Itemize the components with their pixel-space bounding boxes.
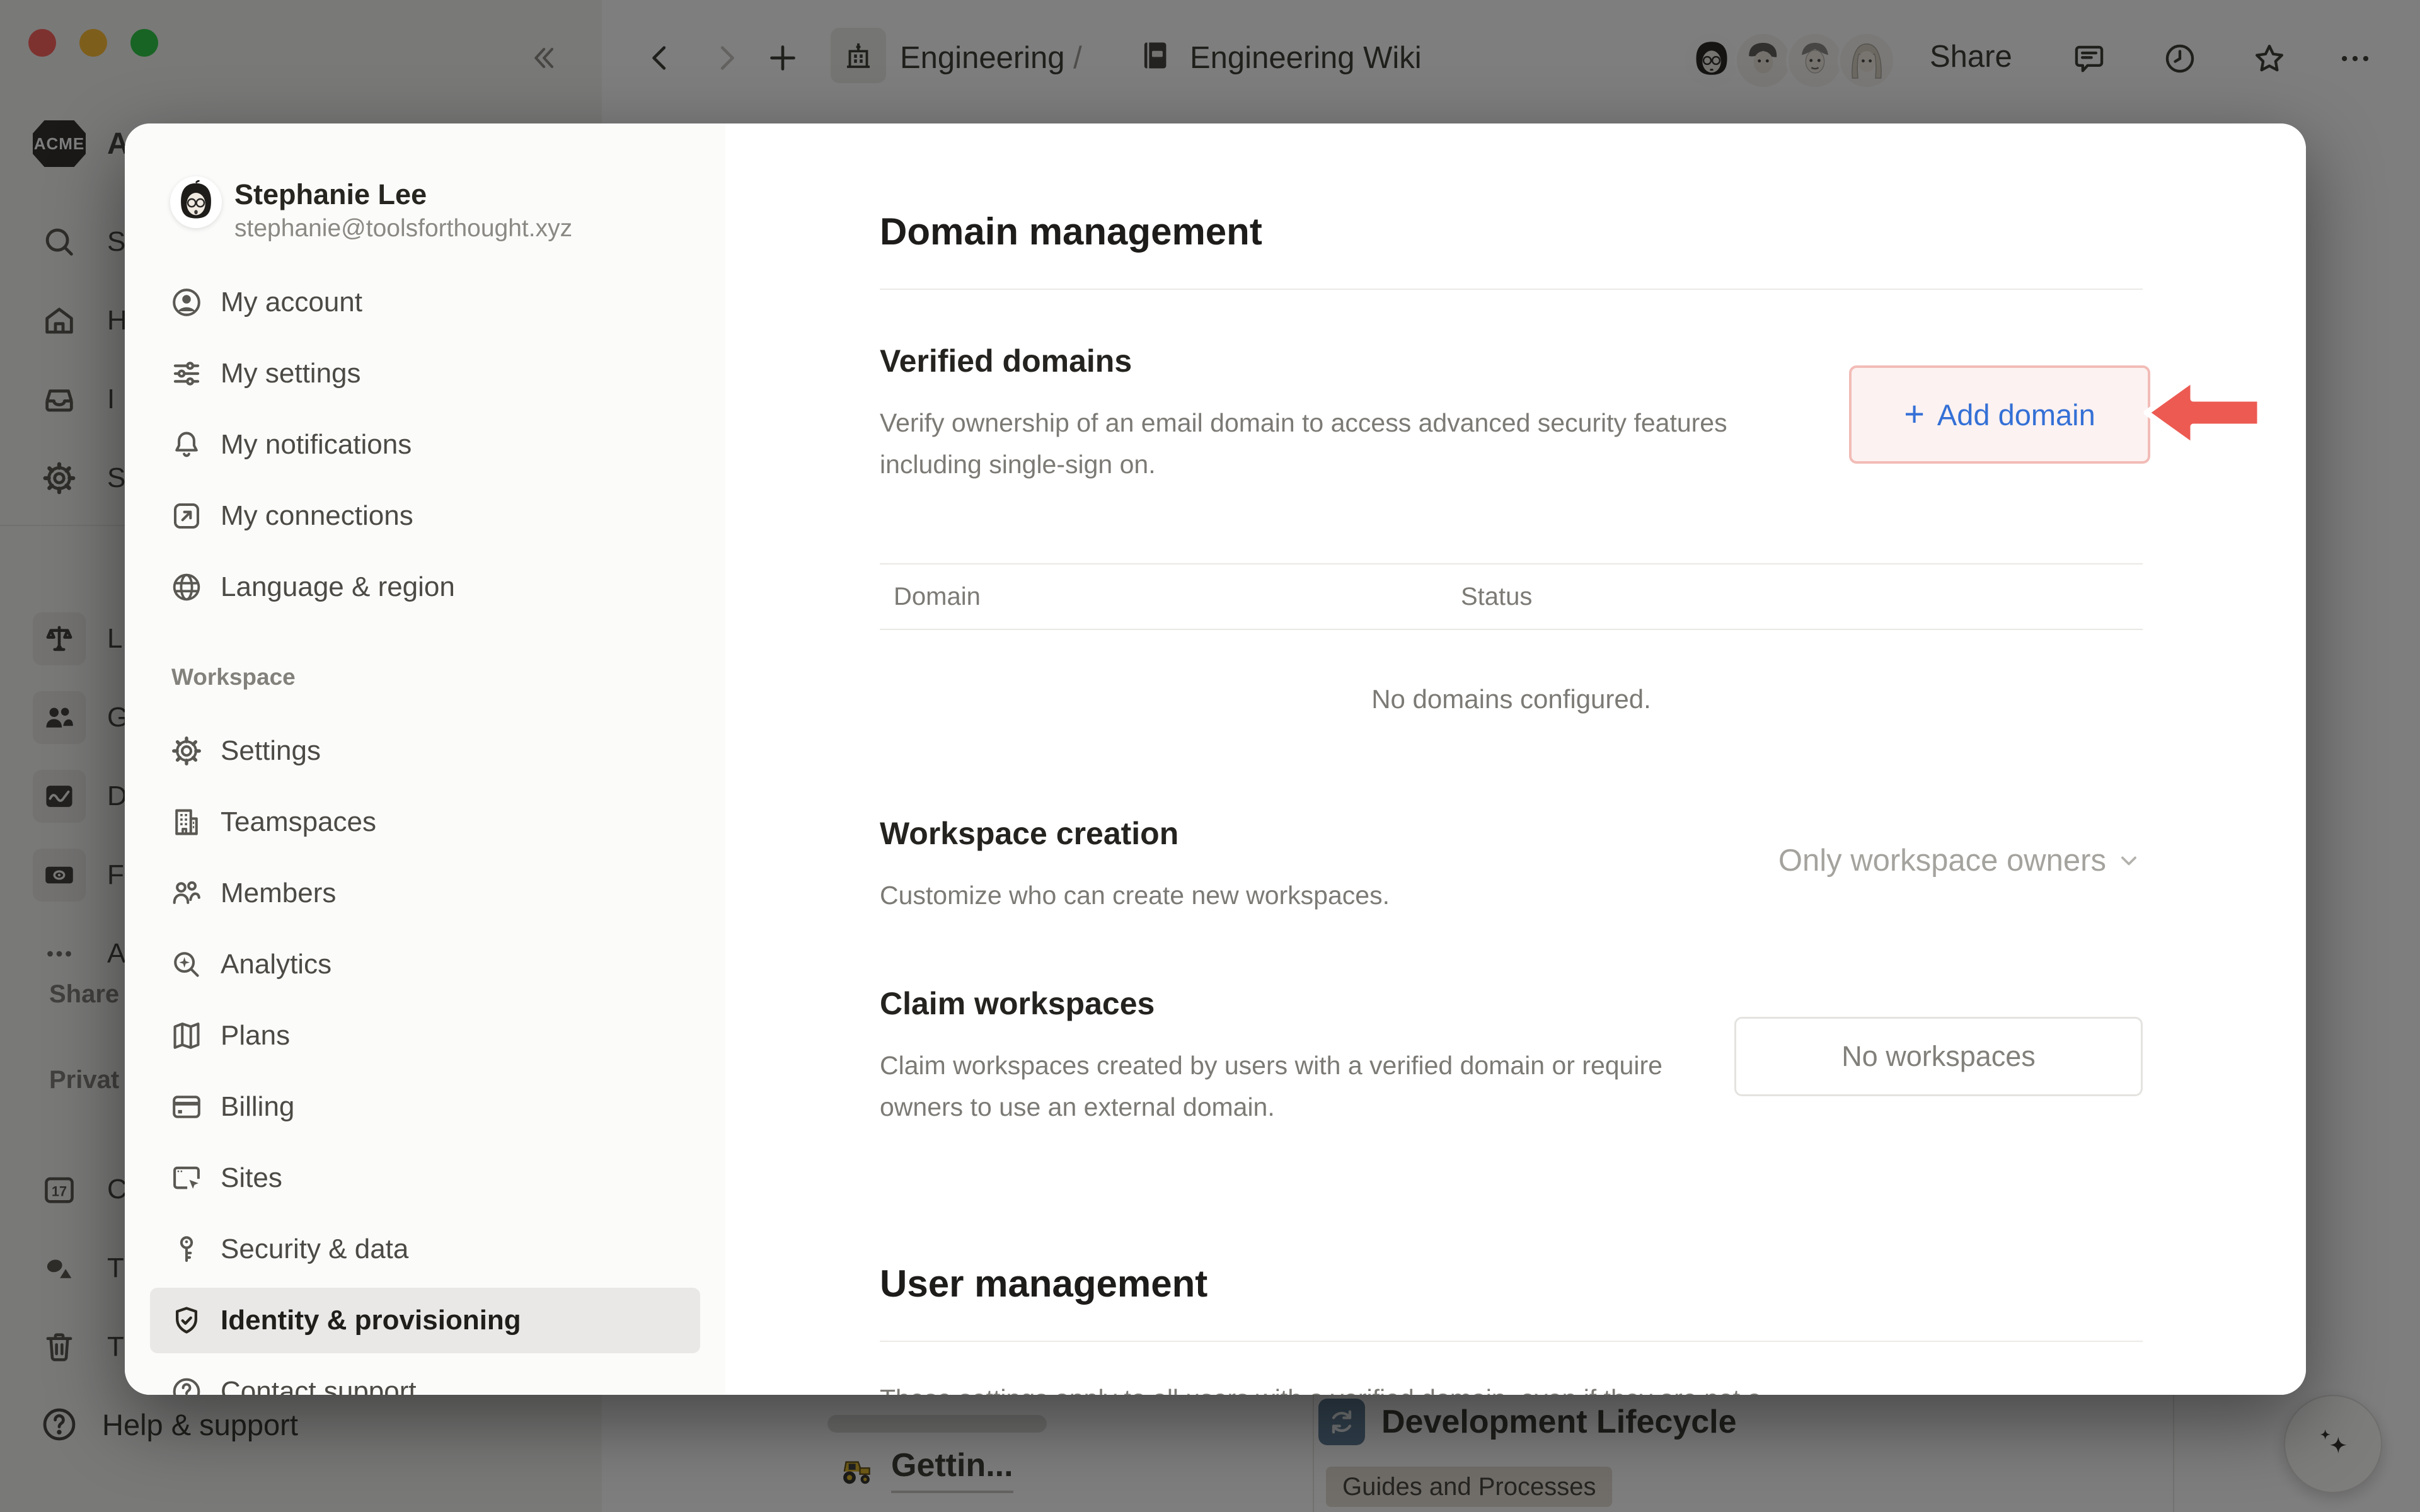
nav-label: Sites <box>221 1162 282 1194</box>
account-header: Stephanie Lee stephanie@toolsforthought.… <box>170 176 700 244</box>
settings-content-panel: Domain management Verified domains Verif… <box>725 123 2306 1395</box>
plus-icon: + <box>1904 393 1925 434</box>
nav-item-members[interactable]: Members <box>150 861 700 926</box>
domains-table-header: Domain Status <box>880 563 2143 630</box>
page-title: Domain management <box>880 123 2143 255</box>
nav-label: Identity & provisioning <box>221 1305 521 1336</box>
column-status: Status <box>1461 583 1532 611</box>
globe-icon <box>169 570 204 605</box>
nav-item-sites[interactable]: Sites <box>150 1145 700 1211</box>
nav-item-security-data[interactable]: Security & data <box>150 1217 700 1282</box>
question-circle-icon <box>169 1374 204 1395</box>
workspace-creation-section: Workspace creation Customize who can cre… <box>880 814 2143 916</box>
add-domain-button[interactable]: + Add domain <box>1849 365 2150 464</box>
magnifier-sparkle-icon <box>169 947 204 982</box>
nav-item-my-settings[interactable]: My settings <box>150 341 700 406</box>
nav-item-my-connections[interactable]: My connections <box>150 483 700 549</box>
verified-domains-section: Verified domains Verify ownership of an … <box>880 341 2143 485</box>
domains-table: Domain Status No domains configured. <box>880 563 2143 740</box>
person-circle-icon <box>169 285 204 320</box>
empty-state: No domains configured. <box>880 630 2143 740</box>
arrow-up-right-square-icon <box>169 498 204 534</box>
nav-label: Security & data <box>221 1234 408 1265</box>
sliders-icon <box>169 356 204 391</box>
claim-workspaces-description: Claim workspaces created by users with a… <box>880 1045 1674 1128</box>
nav-label: Members <box>221 878 336 909</box>
divider <box>880 1341 2143 1342</box>
nav-label: My notifications <box>221 429 412 461</box>
nav-item-my-notifications[interactable]: My notifications <box>150 412 700 478</box>
nav-item-contact-support[interactable]: Contact support <box>150 1359 700 1395</box>
divider <box>880 289 2143 290</box>
nav-item-identity-provisioning[interactable]: Identity & provisioning <box>150 1288 700 1353</box>
workspace-section-label: Workspace <box>171 664 725 690</box>
shield-check-icon <box>169 1303 204 1338</box>
settings-nav-panel: Stephanie Lee stephanie@toolsforthought.… <box>125 123 725 1395</box>
user-avatar <box>170 176 222 228</box>
settings-modal: Stephanie Lee stephanie@toolsforthought.… <box>125 123 2306 1395</box>
bell-icon <box>169 427 204 462</box>
nav-item-analytics[interactable]: Analytics <box>150 932 700 997</box>
credit-card-icon <box>169 1089 204 1125</box>
nav-label: Plans <box>221 1020 290 1051</box>
user-management-title: User management <box>880 1128 2143 1307</box>
nav-label: Settings <box>221 735 321 767</box>
nav-label: Analytics <box>221 949 331 980</box>
claim-workspaces-section: Claim workspaces Claim workspaces create… <box>880 984 2143 1128</box>
annotation-arrow <box>2140 373 2266 452</box>
user-email: stephanie@toolsforthought.xyz <box>234 213 572 244</box>
user-management-partial-text: These settings apply to all users with a… <box>880 1382 2143 1395</box>
nav-label: Language & region <box>221 571 455 603</box>
nav-label: My connections <box>221 500 413 532</box>
nav-label: My account <box>221 287 362 318</box>
verified-domains-description: Verify ownership of an email domain to a… <box>880 402 1825 485</box>
add-domain-label: Add domain <box>1937 398 2095 432</box>
nav-item-language-region[interactable]: Language & region <box>150 554 700 620</box>
nav-item-plans[interactable]: Plans <box>150 1003 700 1068</box>
nav-label: My settings <box>221 358 361 389</box>
workspace-creation-description: Customize who can create new workspaces. <box>880 874 2143 916</box>
nav-item-settings[interactable]: Settings <box>150 718 700 784</box>
key-icon <box>169 1232 204 1267</box>
dropdown-value: Only workspace owners <box>1778 843 2106 878</box>
nav-item-my-account[interactable]: My account <box>150 270 700 335</box>
user-name: Stephanie Lee <box>234 176 572 213</box>
nav-item-billing[interactable]: Billing <box>150 1074 700 1140</box>
two-people-icon <box>169 876 204 911</box>
building-icon <box>169 805 204 840</box>
nav-label: Billing <box>221 1091 294 1123</box>
browser-cursor-icon <box>169 1160 204 1196</box>
nav-label: Contact support <box>221 1376 417 1395</box>
no-workspaces-button[interactable]: No workspaces <box>1734 1017 2143 1096</box>
map-icon <box>169 1018 204 1053</box>
chevron-down-icon <box>2115 847 2143 874</box>
workspace-creation-dropdown[interactable]: Only workspace owners <box>1778 843 2143 878</box>
notion-window: Engineering / Engineering Wiki Share <box>0 0 2420 1512</box>
nav-item-teamspaces[interactable]: Teamspaces <box>150 789 700 855</box>
column-domain: Domain <box>894 583 1461 611</box>
gear-icon <box>169 733 204 769</box>
nav-label: Teamspaces <box>221 806 376 838</box>
